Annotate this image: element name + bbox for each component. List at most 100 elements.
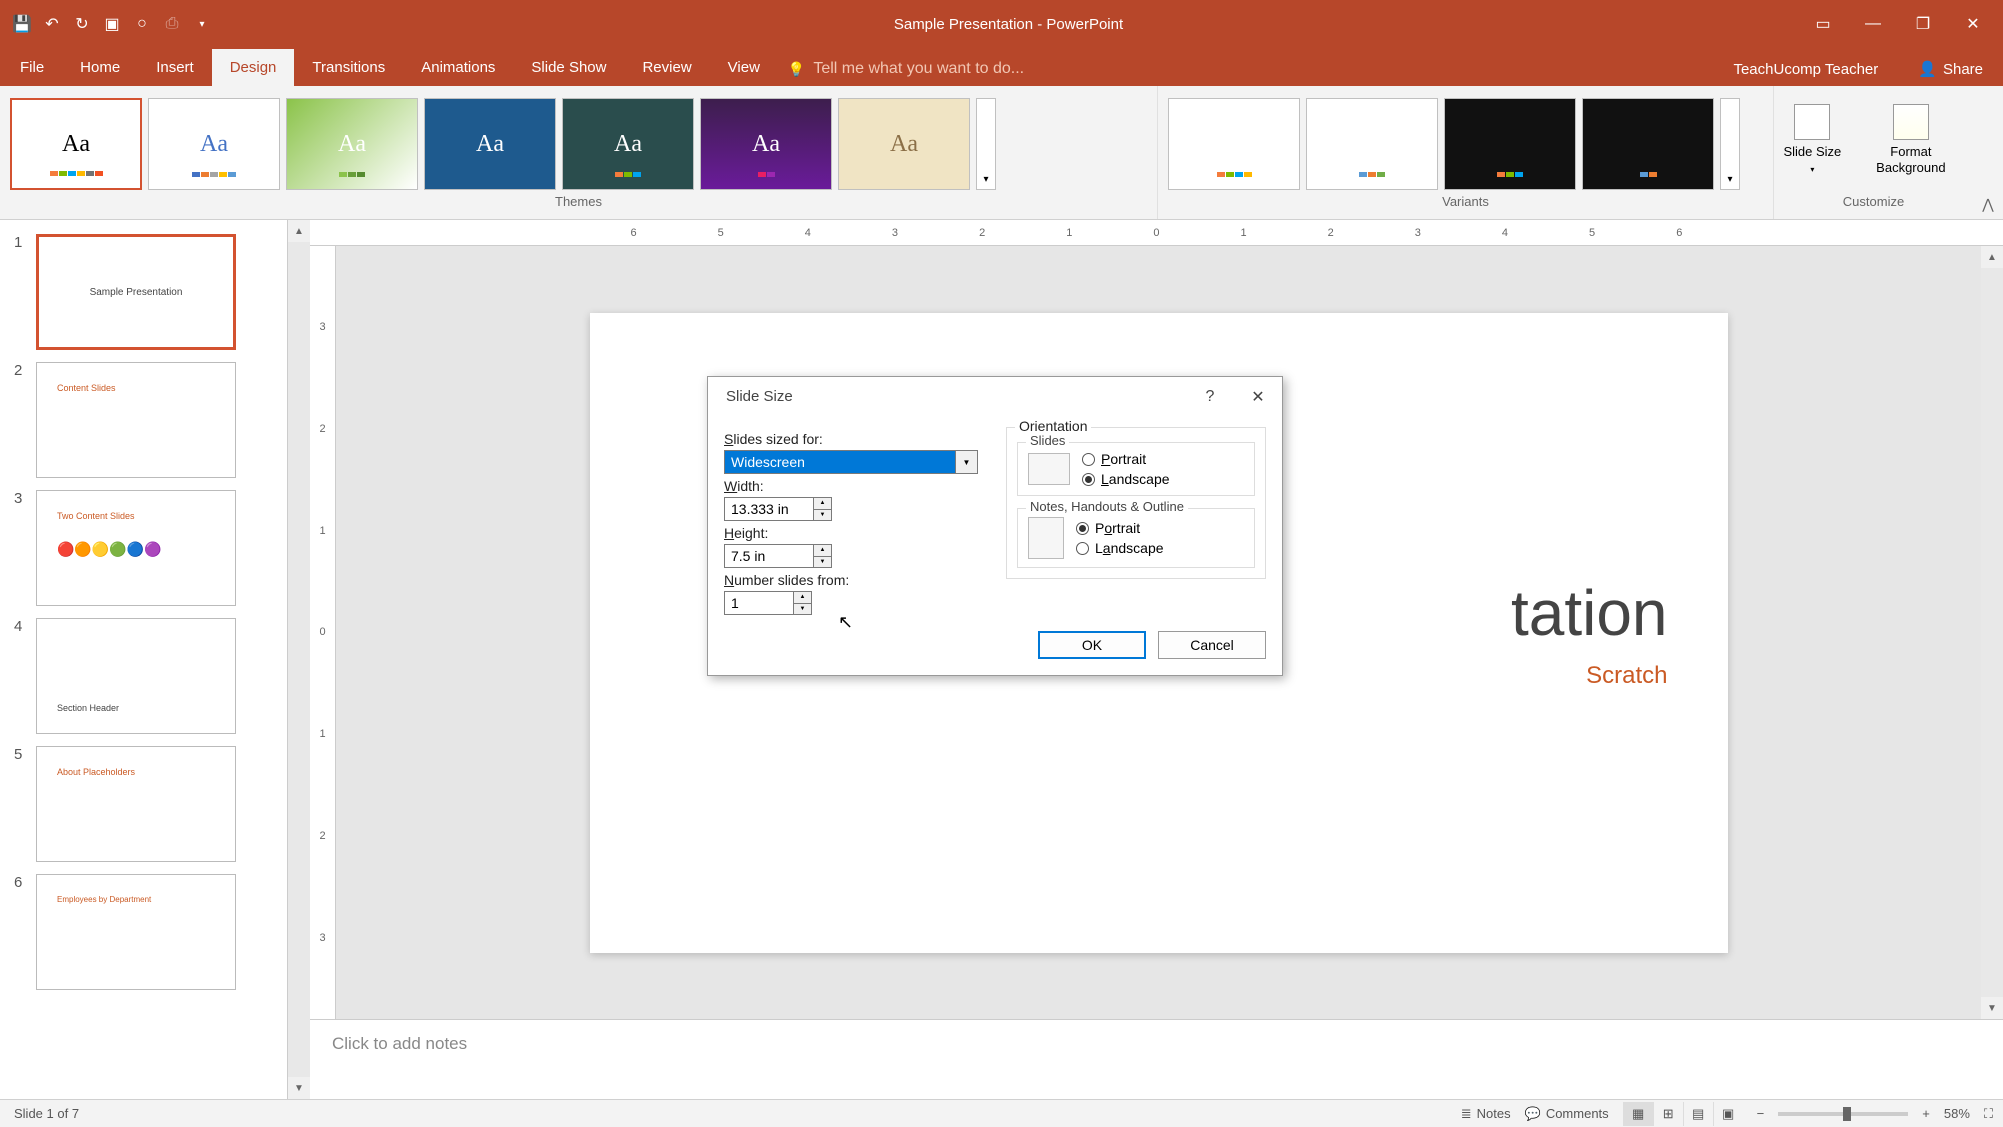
- zoom-slider[interactable]: [1778, 1112, 1908, 1116]
- status-bar: Slide 1 of 7 ≣Notes 💬Comments ▦ ⊞ ▤ ▣ − …: [0, 1099, 2003, 1127]
- tab-design[interactable]: Design: [212, 49, 295, 86]
- themes-more-button[interactable]: ▾: [976, 98, 996, 190]
- tab-file[interactable]: File: [0, 49, 62, 86]
- spin-up-icon[interactable]: ▲: [814, 544, 832, 556]
- maximize-icon[interactable]: ❐: [1913, 14, 1933, 34]
- slide-sorter-icon[interactable]: ⊞: [1653, 1102, 1683, 1126]
- sized-for-label: Slides sized for:: [724, 431, 990, 447]
- sized-for-dropdown[interactable]: Widescreen ▼: [724, 450, 978, 474]
- thumbnail-scrollbar[interactable]: ▲ ▼: [288, 220, 310, 1099]
- close-dialog-icon[interactable]: ✕: [1244, 383, 1272, 411]
- tab-transitions[interactable]: Transitions: [294, 49, 403, 86]
- format-background-label: Format Background: [1857, 144, 1965, 175]
- theme-5[interactable]: Aa: [562, 98, 694, 190]
- title-bar: 💾 ↶ ↻ ▣ ○ ⎙ ▾ Sample Presentation - Powe…: [0, 0, 2003, 48]
- close-icon[interactable]: ✕: [1963, 14, 1983, 34]
- quick-access-toolbar: 💾 ↶ ↻ ▣ ○ ⎙ ▾: [0, 14, 224, 34]
- normal-view-icon[interactable]: ▦: [1623, 1102, 1653, 1126]
- slides-legend: Slides: [1026, 433, 1069, 448]
- variants-more-button[interactable]: ▾: [1720, 98, 1740, 190]
- variant-3[interactable]: [1444, 98, 1576, 190]
- theme-2[interactable]: Aa: [148, 98, 280, 190]
- theme-3[interactable]: Aa: [286, 98, 418, 190]
- page-portrait-icon: [1028, 517, 1064, 559]
- ribbon-display-options-icon[interactable]: ▭: [1813, 14, 1833, 34]
- quick-print-icon[interactable]: ⎙: [162, 14, 182, 34]
- start-from-beginning-icon[interactable]: ▣: [102, 14, 122, 34]
- zoom-out-button[interactable]: −: [1757, 1106, 1765, 1121]
- slide-thumbnail-4[interactable]: 4Section Header: [14, 618, 287, 734]
- cancel-button[interactable]: Cancel: [1158, 631, 1266, 659]
- tab-view[interactable]: View: [710, 49, 778, 86]
- dialog-titlebar[interactable]: Slide Size ? ✕: [708, 377, 1282, 417]
- slide-thumbnail-panel: 1Sample Presentation 2Content Slides 3Tw…: [0, 220, 288, 1099]
- number-from-value[interactable]: 1: [724, 591, 794, 615]
- number-from-spinner[interactable]: 1 ▲▼: [724, 591, 812, 615]
- variants-group: ▾ Variants: [1157, 86, 1773, 219]
- slide-thumbnail-2[interactable]: 2Content Slides: [14, 362, 287, 478]
- editor-scrollbar[interactable]: ▲ ▼: [1981, 246, 2003, 1019]
- spin-up-icon[interactable]: ▲: [794, 591, 812, 603]
- tell-me-placeholder: Tell me what you want to do...: [813, 60, 1024, 78]
- notes-landscape-radio[interactable]: Landscape: [1076, 540, 1164, 556]
- variant-2[interactable]: [1306, 98, 1438, 190]
- spin-down-icon[interactable]: ▼: [814, 556, 832, 569]
- slide-thumbnail-6[interactable]: 6Employees by Department: [14, 874, 287, 990]
- save-icon[interactable]: 💾: [12, 14, 32, 34]
- tab-animations[interactable]: Animations: [403, 49, 513, 86]
- user-name[interactable]: TeachUcomp Teacher: [1713, 53, 1898, 86]
- window-title: Sample Presentation - PowerPoint: [224, 16, 1793, 33]
- reading-view-icon[interactable]: ▤: [1683, 1102, 1713, 1126]
- theme-6[interactable]: Aa: [700, 98, 832, 190]
- customize-qat-icon[interactable]: ▾: [192, 14, 212, 34]
- theme-office[interactable]: Aa: [10, 98, 142, 190]
- slide-thumbnail-3[interactable]: 3Two Content Slides🔴🟠🟡🟢🔵🟣: [14, 490, 287, 606]
- format-background-button[interactable]: Format Background: [1857, 104, 1965, 175]
- ribbon-tabs: File Home Insert Design Transitions Anim…: [0, 48, 2003, 86]
- tab-home[interactable]: Home: [62, 49, 138, 86]
- scroll-down-icon[interactable]: ▼: [288, 1077, 310, 1099]
- scroll-down-icon[interactable]: ▼: [1981, 997, 2003, 1019]
- zoom-in-button[interactable]: +: [1922, 1106, 1930, 1121]
- width-value[interactable]: 13.333 in: [724, 497, 814, 521]
- theme-4[interactable]: Aa: [424, 98, 556, 190]
- spin-down-icon[interactable]: ▼: [814, 509, 832, 522]
- circle-icon[interactable]: ○: [132, 14, 152, 34]
- collapse-ribbon-button[interactable]: ⋀: [1973, 86, 2003, 219]
- tell-me-search[interactable]: 💡 Tell me what you want to do...: [788, 52, 1714, 86]
- slides-portrait-radio[interactable]: Portrait: [1082, 451, 1170, 467]
- sized-for-value: Widescreen: [724, 450, 956, 474]
- notes-pane[interactable]: Click to add notes: [310, 1019, 2003, 1099]
- ok-button[interactable]: OK: [1038, 631, 1146, 659]
- height-spinner[interactable]: 7.5 in ▲▼: [724, 544, 832, 568]
- tab-review[interactable]: Review: [624, 49, 709, 86]
- variant-1[interactable]: [1168, 98, 1300, 190]
- slide-thumbnail-5[interactable]: 5About Placeholders: [14, 746, 287, 862]
- slides-landscape-radio[interactable]: Landscape: [1082, 471, 1170, 487]
- slide-thumbnail-1[interactable]: 1Sample Presentation: [14, 234, 287, 350]
- scroll-up-icon[interactable]: ▲: [1981, 246, 2003, 268]
- minimize-icon[interactable]: —: [1863, 14, 1883, 34]
- spin-up-icon[interactable]: ▲: [814, 497, 832, 509]
- comments-toggle[interactable]: 💬Comments: [1525, 1106, 1609, 1122]
- variant-4[interactable]: [1582, 98, 1714, 190]
- theme-7[interactable]: Aa: [838, 98, 970, 190]
- slideshow-view-icon[interactable]: ▣: [1713, 1102, 1743, 1126]
- customize-group: Slide Size ▾ Format Background Customize: [1773, 86, 1973, 219]
- help-icon[interactable]: ?: [1196, 383, 1224, 411]
- spin-down-icon[interactable]: ▼: [794, 603, 812, 616]
- tab-slideshow[interactable]: Slide Show: [513, 49, 624, 86]
- chevron-down-icon[interactable]: ▼: [956, 450, 978, 474]
- scroll-up-icon[interactable]: ▲: [288, 220, 310, 242]
- height-value[interactable]: 7.5 in: [724, 544, 814, 568]
- slide-size-button[interactable]: Slide Size ▾: [1782, 104, 1843, 175]
- notes-toggle[interactable]: ≣Notes: [1461, 1106, 1511, 1122]
- redo-icon[interactable]: ↻: [72, 14, 92, 34]
- notes-portrait-radio[interactable]: Portrait: [1076, 520, 1164, 536]
- undo-icon[interactable]: ↶: [42, 14, 62, 34]
- width-spinner[interactable]: 13.333 in ▲▼: [724, 497, 832, 521]
- tab-insert[interactable]: Insert: [138, 49, 212, 86]
- zoom-level[interactable]: 58%: [1944, 1106, 1970, 1121]
- share-button[interactable]: 👤 Share: [1898, 52, 2003, 86]
- fit-to-window-icon[interactable]: ⛶: [1984, 1106, 1993, 1122]
